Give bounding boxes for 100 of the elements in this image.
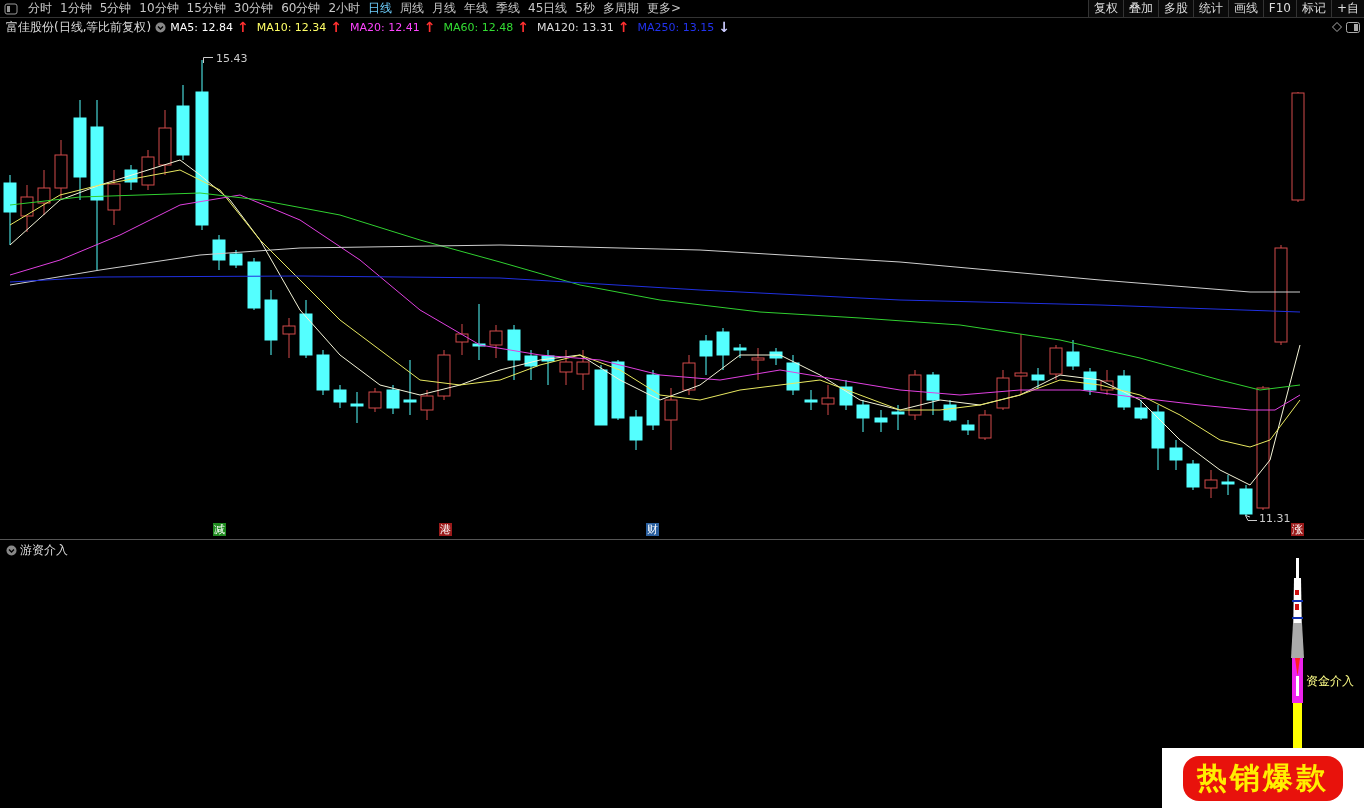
candlestick [1169, 439, 1183, 471]
candlestick [1117, 369, 1131, 411]
candlestick [943, 399, 957, 423]
period-tab[interactable]: 10分钟 [135, 0, 183, 17]
period-tab[interactable]: 季线 [492, 0, 525, 17]
candlestick [141, 149, 155, 191]
candlestick [978, 409, 992, 441]
candlestick [682, 354, 696, 396]
toolbar-button[interactable]: F10 [1262, 0, 1296, 17]
candlestick [107, 169, 121, 226]
candlestick [350, 391, 364, 424]
toolbar-button[interactable]: 叠加 [1122, 0, 1158, 17]
candlestick [821, 384, 835, 416]
chart-title: 富佳股份(日线,等比前复权) [6, 18, 152, 36]
toolbar-button[interactable]: 画线 [1227, 0, 1263, 17]
period-tab[interactable]: 15分钟 [182, 0, 230, 17]
event-marker[interactable]: 涨 [1291, 523, 1304, 536]
moving-average-value: MA5: 12.84 [170, 20, 233, 34]
panel-toggle-icon[interactable] [4, 2, 18, 15]
candlestick [996, 369, 1010, 411]
candlestick [316, 349, 330, 396]
candlestick [507, 324, 521, 381]
diamond-icon[interactable] [1332, 22, 1342, 32]
candlestick [386, 384, 400, 415]
candlestick [839, 379, 853, 411]
candlestick [541, 349, 555, 386]
candlestick [576, 349, 590, 391]
candlestick [1221, 474, 1235, 496]
trend-arrow: ↑ [330, 19, 343, 35]
period-tab[interactable]: 月线 [428, 0, 461, 17]
candlestick [594, 364, 608, 426]
panel-toggle-icon[interactable] [1346, 21, 1360, 33]
candlestick [1151, 404, 1165, 471]
event-marker[interactable]: 港 [439, 523, 452, 536]
candlestick [769, 347, 783, 366]
toolbar-button[interactable]: 复权 [1087, 0, 1123, 17]
toolbar-button[interactable]: 标记 [1295, 0, 1331, 17]
candlestick [611, 359, 625, 421]
period-tab[interactable]: 30分钟 [229, 0, 278, 17]
toolbar-button[interactable]: 统计 [1192, 0, 1228, 17]
candlestick [403, 359, 417, 416]
candlestick [1014, 333, 1028, 396]
candlestick [472, 303, 486, 361]
trend-arrow: ↑ [517, 19, 529, 35]
leader-arrow-icon [1245, 515, 1257, 521]
candlestick [786, 354, 800, 396]
candlestick [54, 139, 68, 201]
chevron-down-icon[interactable] [6, 545, 17, 556]
moving-average-value: MA250: 13.15 [637, 20, 715, 34]
event-marker[interactable]: 减 [213, 523, 226, 536]
period-tab[interactable]: 年线 [460, 0, 493, 17]
candlestick [646, 369, 660, 431]
period-tab[interactable]: 5秒 [571, 0, 599, 17]
candlestick [229, 249, 243, 269]
trend-arrow: ↑ [423, 19, 436, 35]
chevron-down-icon[interactable] [155, 21, 167, 33]
candlestick [264, 289, 278, 356]
candlestick [1204, 469, 1218, 499]
candlestick [1083, 367, 1097, 396]
signal-label: 资金介入 [1306, 673, 1354, 690]
candlestick [437, 349, 451, 401]
candlestick [874, 409, 888, 433]
trend-arrow: ↑ [617, 19, 630, 35]
period-tab[interactable]: 2小时 [324, 0, 365, 17]
period-tab[interactable]: 45日线 [524, 0, 572, 17]
candlestick [158, 109, 172, 176]
candlestick [455, 323, 469, 356]
moving-average-value: MA120: 13.31 [537, 20, 614, 34]
toolbar-button[interactable]: +自 [1330, 0, 1364, 17]
indicator-title: 游资介入 [20, 542, 68, 559]
candlestick [368, 387, 382, 413]
moving-average-value: MA60: 12.48 [443, 20, 514, 34]
period-tab[interactable]: 周线 [396, 0, 429, 17]
candlestick [1031, 367, 1045, 389]
period-tab[interactable]: 分时 [24, 0, 56, 17]
candlestick [489, 324, 503, 359]
candlestick [1049, 344, 1063, 381]
candlestick [751, 347, 765, 381]
candlestick [299, 299, 313, 359]
toolbar-button[interactable]: 多股 [1157, 0, 1193, 17]
moving-average-value: MA10: 12.34 [256, 20, 327, 34]
candlestick [333, 384, 347, 409]
banner-text: 热销爆款 [1183, 755, 1343, 801]
candlestick [926, 371, 940, 416]
trend-arrow: ↑ [236, 19, 249, 35]
period-tab[interactable]: 1分钟 [56, 0, 96, 17]
event-marker[interactable]: 财 [646, 523, 659, 536]
trend-arrow: ↓ [718, 19, 730, 35]
candlestick [664, 387, 678, 451]
candlestick [524, 349, 538, 381]
candlestick [20, 184, 34, 233]
period-tab[interactable]: 日线 [364, 0, 397, 17]
period-tab[interactable]: 更多> [642, 0, 686, 17]
candlestick [1239, 484, 1253, 517]
period-tab[interactable]: 60分钟 [277, 0, 325, 17]
candlestick [716, 327, 730, 371]
period-tab[interactable]: 5分钟 [95, 0, 136, 17]
candlestick [37, 169, 51, 216]
period-tab[interactable]: 多周期 [598, 0, 643, 17]
candlestick [1134, 399, 1148, 421]
